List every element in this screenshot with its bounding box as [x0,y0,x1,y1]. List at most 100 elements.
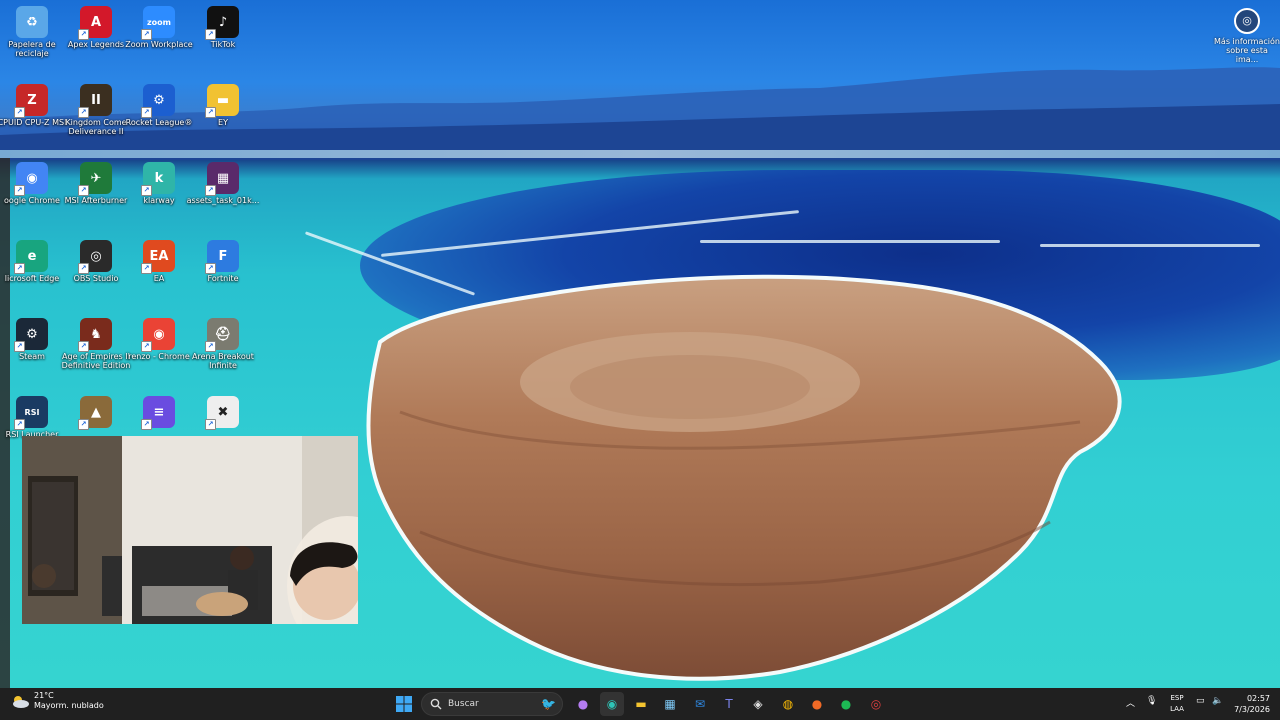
shortcut-arrow-icon: ↗ [14,107,25,118]
taskbar-edge[interactable]: ◉ [600,692,624,716]
chrome-profile-icon: ◉ ↗ [141,318,175,352]
desktop-icon-rocket-league[interactable]: ⚙ ↗ Rocket League® [122,84,196,127]
store-icon: ▦ [664,697,676,711]
game-icon: ▲ ↗ [78,396,112,430]
desktop-icon-tiktok[interactable]: ♪ ↗ TikTok [186,6,260,49]
taskbar-teams[interactable]: T [717,692,741,716]
taskbar-store[interactable]: ▦ [658,692,682,716]
image-file-icon: ▦ ↗ [205,162,239,196]
language-bottom: LAA [1170,705,1184,713]
wallpaper-info-label: Más información sobre esta ima... [1214,37,1280,64]
volume-icon[interactable]: 🔈 [1212,696,1223,706]
desktop-icon-ea[interactable]: EA ↗ EA [122,240,196,283]
desktop-icon-image-file[interactable]: ▦ ↗ assets_task_01k... [186,162,260,205]
language-indicator[interactable]: ESP LAA [1164,693,1190,715]
taskbar-search[interactable]: Buscar 🐦 [421,692,563,716]
desktop-icon-chrome-profile[interactable]: ◉ ↗ renzo - Chrome [122,318,196,361]
fortnite-icon: F ↗ [205,240,239,274]
teams-icon: T [725,697,733,711]
cloud-icon [13,696,29,708]
shortcut-arrow-icon: ↗ [14,341,25,352]
shortcut-arrow-icon: ↗ [141,341,152,352]
taskbar-chrome[interactable]: ◍ [776,692,800,716]
rsi-icon: RSI ↗ [14,396,48,430]
taskbar-spotify[interactable]: ● [834,692,858,716]
chrome-icon: ◍ [782,697,794,711]
desktop-icon-foobar[interactable]: ✖ ↗ [186,396,260,430]
apex-legends-icon: A ↗ [78,6,112,40]
search-highlight-icon: 🐦 [541,697,556,711]
age-of-empires-icon: ♞ ↗ [78,318,112,352]
weather-temp: 21°C [34,691,54,700]
rocket-league-icon: ⚙ ↗ [141,84,175,118]
desktop-icon-arena-breakout[interactable]: ⛑ ↗ Arena Breakout Infinite [186,318,260,370]
shortcut-arrow-icon: ↗ [205,263,216,274]
spotify-icon: ● [840,697,852,711]
windows-icon [396,696,412,712]
camera-icon: ◎ [1234,8,1260,34]
shortcut-arrow-icon: ↗ [205,185,216,196]
shortcut-arrow-icon: ↗ [141,419,152,430]
foobar-icon: ✖ ↗ [205,396,239,430]
desktop-icon-label: klarway [143,196,175,205]
klarway-icon: k ↗ [141,162,175,196]
cpuz-icon: Z ↗ [14,84,48,118]
edge-icon: e ↗ [14,240,48,274]
shortcut-arrow-icon: ↗ [141,29,152,40]
taskbar-snipping-tool[interactable]: ◈ [746,692,770,716]
clock-date: 7/3/2026 [1234,705,1270,714]
desktop-icon-label: Fortnite [207,274,239,283]
shortcut-arrow-icon: ↗ [205,419,216,430]
weather-description: Mayorm. nublado [34,701,104,710]
taskbar-clock[interactable]: 02:57 7/3/2026 [1226,693,1270,715]
shortcut-arrow-icon: ↗ [14,185,25,196]
search-placeholder: Buscar [448,699,479,709]
recycle-bin-icon: ♻ [16,6,48,38]
desktop-icon-label: renzo - Chrome [128,352,190,361]
clock-time: 02:57 [1246,694,1270,703]
horizon-haze [0,150,1280,158]
shortcut-arrow-icon: ↗ [141,263,152,274]
snipping-tool-icon: ◈ [753,697,763,711]
desktop-icon-label: assets_task_01k... [186,196,260,205]
shortcut-arrow-icon: ↗ [78,419,89,430]
chevron-up-icon[interactable]: ︿ [1126,696,1135,709]
wallpaper-info-button[interactable]: ◎ Más información sobre esta ima... [1214,8,1280,64]
msi-afterburner-icon: ✈ ↗ [78,162,112,196]
shortcut-arrow-icon: ↗ [141,185,152,196]
desktop-icon-folder[interactable]: ▬ ↗ EY [186,84,260,127]
search-icon [430,698,442,710]
taskbar-file-explorer[interactable]: ▬ [629,692,653,716]
taskbar: 21°C Mayorm. nublado Buscar 🐦 ● ◉ ▬ ▦ ✉ … [0,688,1280,720]
copilot-icon: ● [577,697,589,711]
weather-widget[interactable]: 21°C Mayorm. nublado [10,691,104,711]
shortcut-arrow-icon: ↗ [141,107,152,118]
language-top: ESP [1170,694,1184,702]
network-icon[interactable]: ▭ [1196,696,1205,706]
tiktok-icon: ♪ ↗ [205,6,239,40]
desktop-icon-label: Zoom Workplace [125,40,193,49]
rock-island [366,274,1122,681]
arena-breakout-icon: ⛑ ↗ [205,318,239,352]
shortcut-arrow-icon: ↗ [14,419,25,430]
obs-icon: ◎ ↗ [78,240,112,274]
desktop-icon-label: Rocket League® [125,118,193,127]
desktop-icon-klarway[interactable]: k ↗ klarway [122,162,196,205]
taskbar-copilot[interactable]: ● [571,692,595,716]
kingdom-come-icon: II ↗ [78,84,112,118]
taskbar-recording-app[interactable]: ◎ [864,692,888,716]
taskbar-outlook[interactable]: ✉ [688,692,712,716]
webcam-overlay [22,436,358,624]
shortcut-arrow-icon: ↗ [205,107,216,118]
desktop-icon-zoom[interactable]: zoom ↗ Zoom Workplace [122,6,196,49]
outlook-icon: ✉ [694,697,706,711]
folder-icon: ▬ [635,697,647,711]
desktop-icon-fortnite[interactable]: F ↗ Fortnite [186,240,260,283]
desktop-icon-lm-studio[interactable]: ≡ ↗ [122,396,196,430]
microphone-icon[interactable]: 🎙 [1146,696,1157,706]
taskbar-app-orange[interactable]: ● [805,692,829,716]
chrome-icon: ◉ ↗ [14,162,48,196]
app-icon: ● [811,697,823,711]
start-button[interactable] [392,692,416,716]
desktop-icon-label: TikTok [210,40,236,49]
